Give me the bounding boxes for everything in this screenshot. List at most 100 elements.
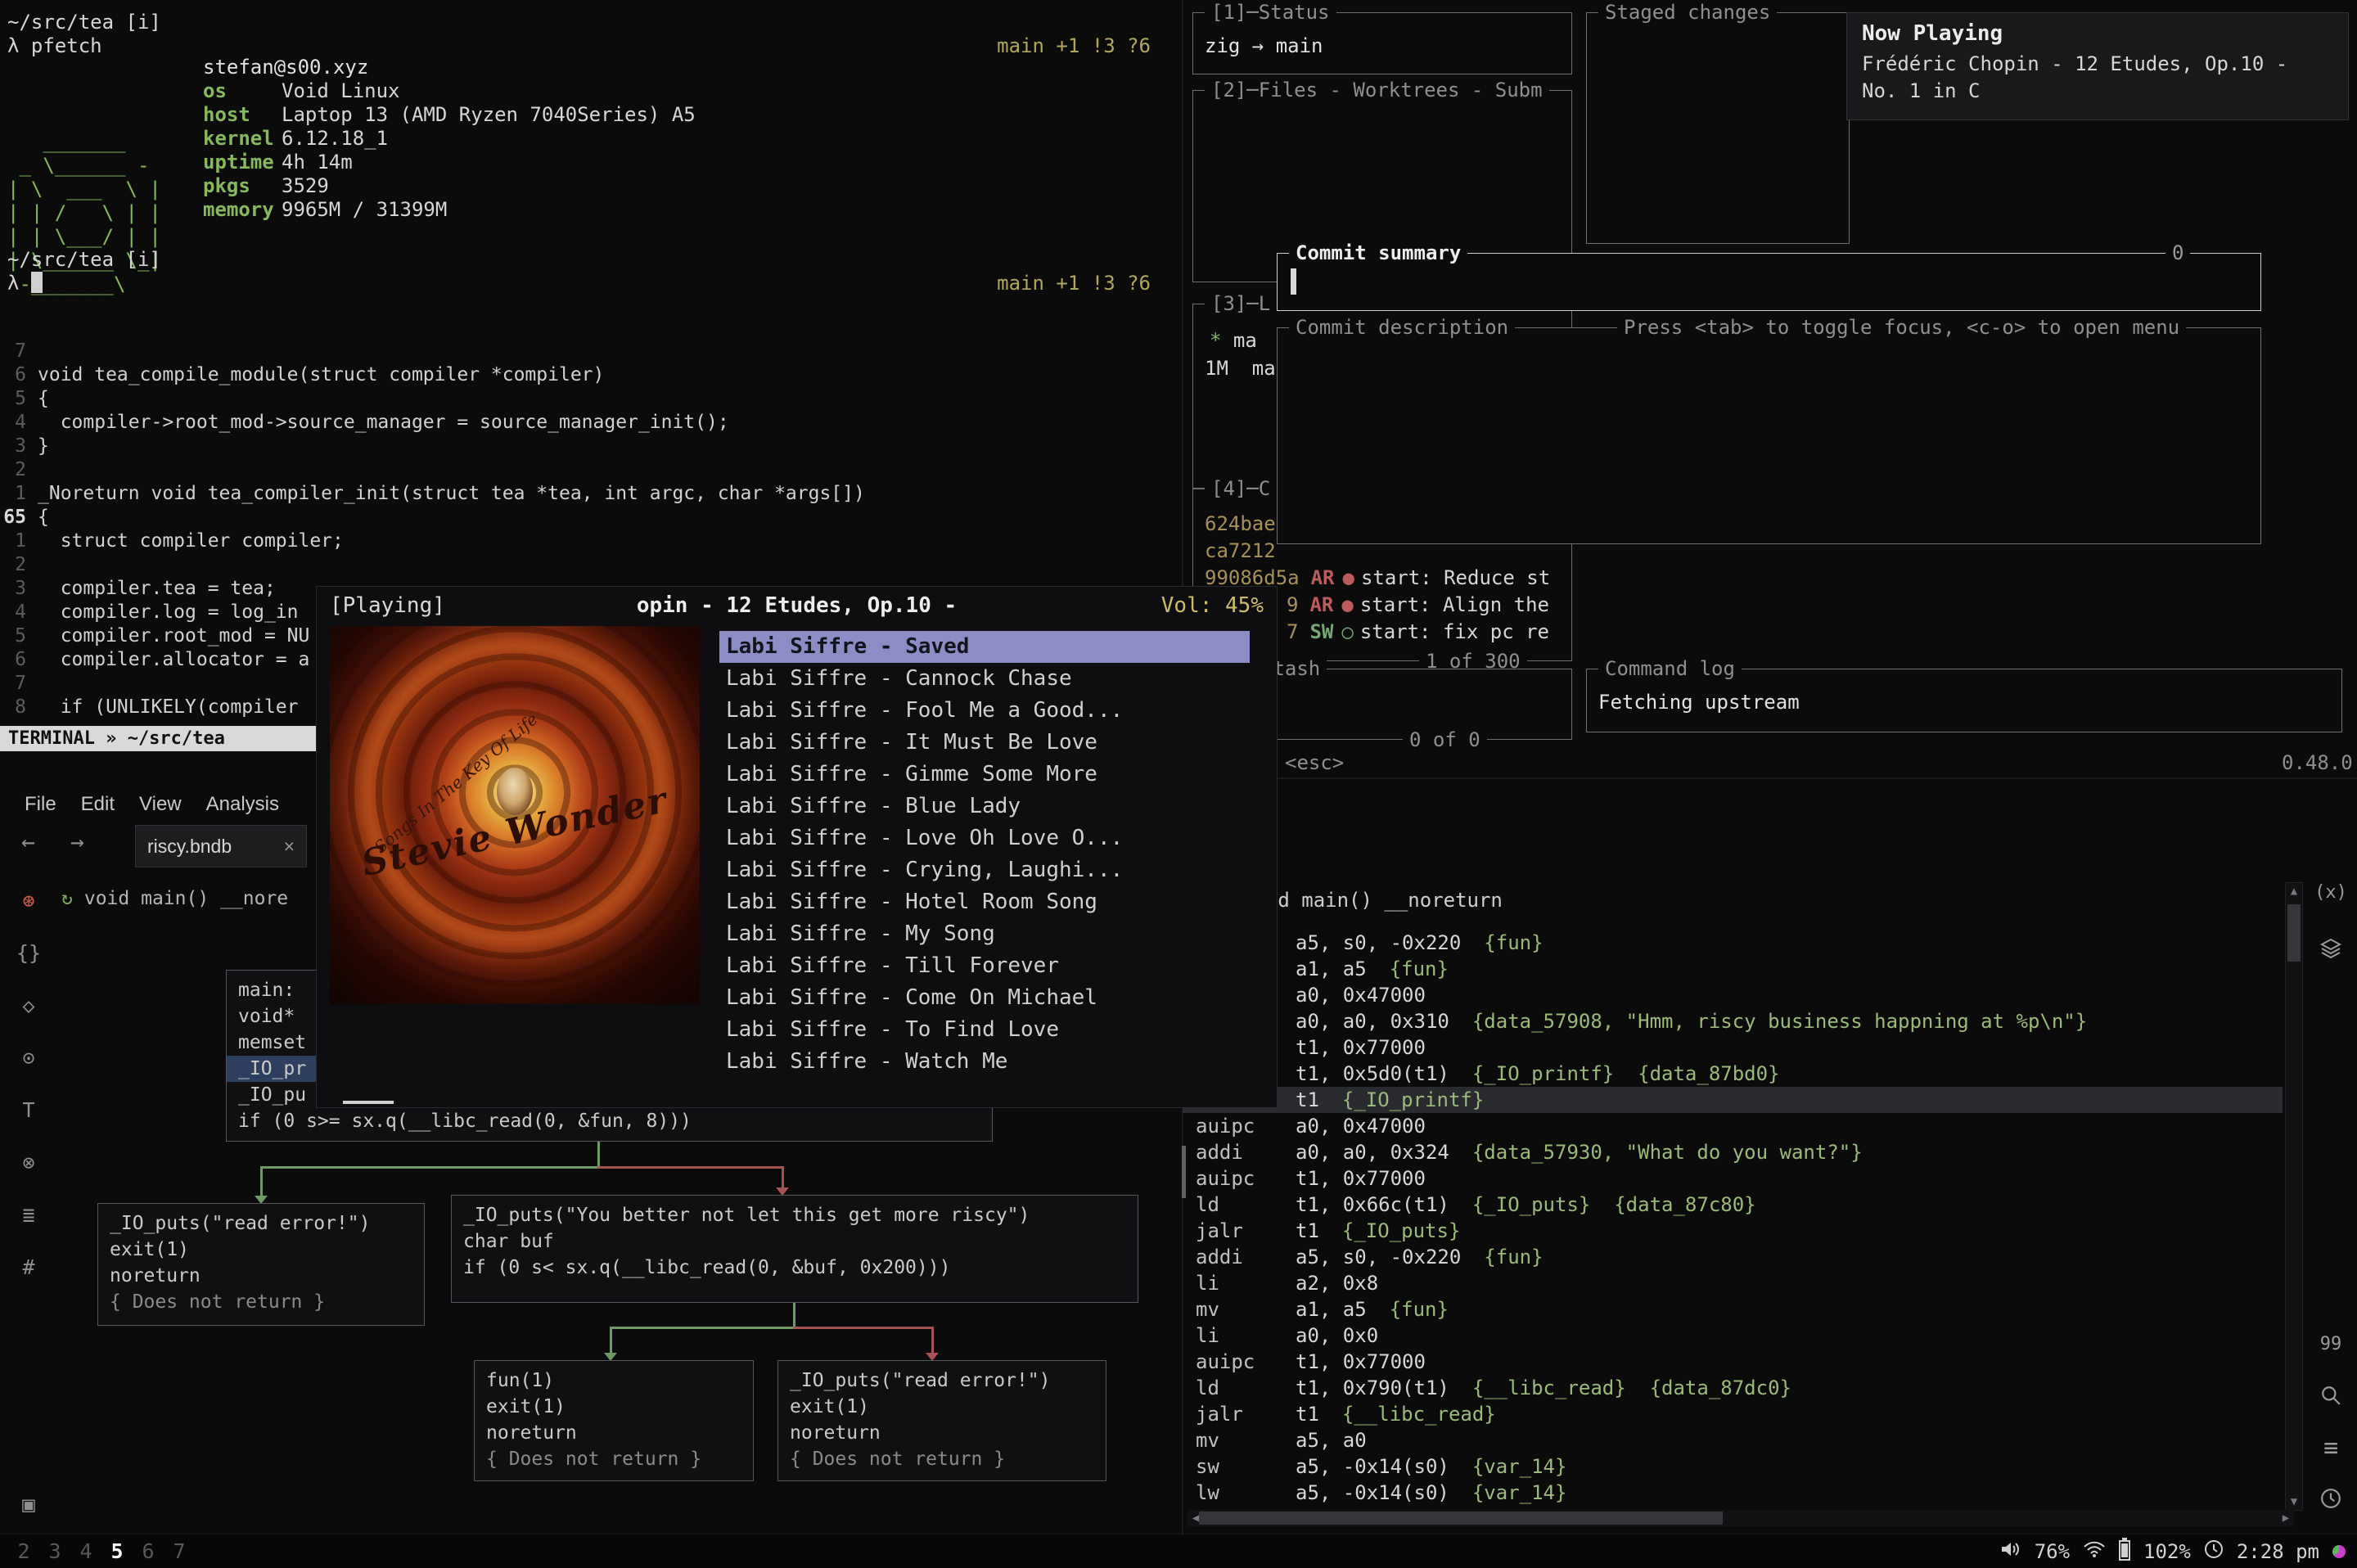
disasm-row[interactable]: a0, 0x47000 (1183, 982, 2283, 1008)
basic-block-fun[interactable]: fun(1)exit(1)noreturn{ Does not return } (474, 1360, 754, 1481)
disasm-row[interactable]: a0, a0, 0x310{data_57908, "Hmm, riscy bu… (1183, 1008, 2283, 1034)
disasm-row[interactable]: swa5, -0x14(s0){var_14} (1183, 1453, 2283, 1480)
workspace-number[interactable]: 7 (164, 1534, 195, 1568)
playlist-item[interactable]: Labi Siffre - Blue Lady (719, 791, 1250, 822)
disasm-row[interactable]: ldt1, 0x790(t1){__libc_read} {data_87dc0… (1183, 1375, 2283, 1401)
close-icon[interactable]: × (284, 836, 295, 858)
disasm-row[interactable]: lwa5, -0x14(s0){var_14} (1183, 1480, 2283, 1506)
music-player-window[interactable]: [Playing] opin - 12 Etudes, Op.10 - Vol:… (316, 586, 1278, 1108)
graph-edge (260, 1166, 600, 1169)
playlist-item[interactable]: Labi Siffre - Till Forever (719, 950, 1250, 982)
commit-summary-box[interactable]: Commit summary 0 (1277, 253, 2261, 311)
playlist-item[interactable]: Labi Siffre - Watch Me (719, 1046, 1250, 1078)
layers-icon[interactable] (2311, 938, 2350, 962)
gitui-status-box[interactable]: [1]─Status zig → main (1192, 12, 1572, 74)
progress-bar[interactable] (343, 1101, 394, 1104)
disasm-row[interactable]: ldt1, 0x66c(t1){_IO_puts} {data_87c80} (1183, 1192, 2283, 1218)
editor-line: 6void tea_compile_module(struct compiler… (0, 363, 865, 387)
scrollbar-thumb[interactable] (1199, 1512, 1723, 1525)
operands: a5, -0x14(s0) (1296, 1480, 1449, 1506)
sidebar-icon[interactable]: {} (10, 935, 47, 972)
graph-edge (260, 1166, 263, 1199)
terminal-icon[interactable]: ▣ (10, 1487, 47, 1523)
mnemonic: jalr (1183, 1401, 1296, 1427)
playlist-item[interactable]: Labi Siffre - Cannock Chase (719, 663, 1250, 695)
menu-item[interactable]: File (25, 787, 56, 822)
scroll-up-icon[interactable]: ▲ (2286, 885, 2302, 898)
playlist-item[interactable]: Labi Siffre - Fool Me a Good... (719, 695, 1250, 727)
forward-arrow-icon[interactable]: → (70, 828, 84, 855)
disasm-row[interactable]: lia0, 0x0 (1183, 1322, 2283, 1349)
disasm-row[interactable]: mva1, a5{fun} (1183, 1296, 2283, 1322)
basic-block-riscy[interactable]: _IO_puts("You better not let this get mo… (451, 1195, 1138, 1303)
function-breadcrumb[interactable]: ↻void main() __nore (61, 888, 288, 909)
volume-icon (2000, 1539, 2021, 1564)
disasm-row[interactable]: t1, 0x5d0(t1){_IO_printf} {data_87bd0} (1183, 1061, 2283, 1087)
branch-row[interactable]: 1M ma (1205, 357, 1276, 380)
workspace-number[interactable]: 3 (39, 1534, 70, 1568)
search-icon[interactable] (2311, 1385, 2350, 1409)
sidebar-icon[interactable]: ⊙ (10, 1039, 47, 1077)
now-playing-notification[interactable]: Now Playing Frédéric Chopin - 12 Etudes,… (1846, 12, 2349, 120)
scrollbar-thumb[interactable] (2287, 904, 2301, 962)
disasm-row[interactable]: t1{_IO_printf} (1183, 1087, 2283, 1113)
playlist-item[interactable]: Labi Siffre - Love Oh Love O... (719, 822, 1250, 854)
disasm-row[interactable]: lia2, 0x8 (1183, 1270, 2283, 1296)
basic-block-read-error[interactable]: _IO_puts("read error!")exit(1)noreturn{ … (97, 1203, 425, 1326)
scroll-right-icon[interactable]: ▶ (2278, 1510, 2294, 1526)
sidebar-icon[interactable]: ◇ (10, 987, 47, 1025)
menu-item[interactable]: View (139, 787, 182, 822)
workspace-switcher: 234567 (8, 1534, 195, 1568)
playlist-item[interactable]: Labi Siffre - Come On Michael (719, 982, 1250, 1014)
sidebar-icon[interactable]: ⊛ (10, 882, 47, 920)
playlist-item[interactable]: Labi Siffre - Hotel Room Song (719, 886, 1250, 918)
disasm-row[interactable]: t1, 0x77000 (1183, 1034, 2283, 1061)
sidebar-icon[interactable]: ⊗ (10, 1144, 47, 1182)
vertical-scrollbar[interactable]: ▲ ▼ (2285, 882, 2303, 1511)
disasm-row[interactable]: auipct1, 0x77000 (1183, 1165, 2283, 1192)
workspace-number[interactable]: 6 (133, 1534, 164, 1568)
tab-riscy-bndb[interactable]: riscy.bndb × (135, 825, 307, 867)
workspace-number[interactable]: 4 (70, 1534, 101, 1568)
disasm-row[interactable]: a5, s0, -0x220{fun} (1183, 930, 2283, 956)
playlist-item[interactable]: Labi Siffre - Gimme Some More (719, 759, 1250, 791)
playlist-item[interactable]: Labi Siffre - My Song (719, 918, 1250, 950)
menu-item[interactable]: Analysis (206, 787, 279, 822)
horizontal-scrollbar[interactable]: ◀ ▶ (1188, 1510, 2294, 1526)
list-icon[interactable]: ≡ (2311, 1434, 2350, 1462)
playlist-item[interactable]: Labi Siffre - Saved (719, 631, 1250, 663)
variables-icon[interactable]: (x) (2311, 882, 2350, 903)
history-clock-icon[interactable] (2311, 1488, 2350, 1512)
back-arrow-icon[interactable]: ← (21, 828, 35, 855)
operands: a0, 0x47000 (1296, 982, 1426, 1008)
sidebar-icon[interactable]: T (10, 1092, 47, 1129)
disasm-row[interactable]: mva5, a0 (1183, 1427, 2283, 1453)
git-status-right-prompt: main +1 !3 ?6 (949, 272, 1151, 295)
disasm-row[interactable]: a1, a5{fun} (1183, 956, 2283, 982)
disasm-row[interactable]: jalrt1{__libc_read} (1183, 1401, 2283, 1427)
esc-hint: <esc> (1285, 751, 1344, 774)
operands: a2, 0x8 (1296, 1270, 1378, 1296)
mnemonic: mv (1183, 1427, 1296, 1453)
code-text: struct compiler compiler; (38, 529, 344, 553)
sidebar-icon[interactable]: ≣ (10, 1196, 47, 1234)
playlist-item[interactable]: Labi Siffre - It Must Be Love (719, 727, 1250, 759)
commit-description-box[interactable]: Commit description Press <tab> to toggle… (1277, 327, 2261, 544)
playlist-item[interactable]: Labi Siffre - Crying, Laughi... (719, 854, 1250, 886)
binja-sidebar: ⊛ {} ◇ ⊙ T ⊗ ≣ # (0, 882, 57, 1286)
disasm-row[interactable]: jalrt1{_IO_puts} (1183, 1218, 2283, 1244)
disasm-row[interactable]: addia5, s0, -0x220{fun} (1183, 1244, 2283, 1270)
playlist-item[interactable]: Labi Siffre - To Find Love (719, 1014, 1250, 1046)
workspace-number[interactable]: 2 (8, 1534, 39, 1568)
disasm-row[interactable]: auipca0, 0x47000 (1183, 1113, 2283, 1139)
commit-hash: 624bae (1205, 511, 1276, 538)
menu-item[interactable]: Edit (81, 787, 115, 822)
disasm-row[interactable]: addia0, a0, 0x324{data_57930, "What do y… (1183, 1139, 2283, 1165)
branch-row[interactable]: * ma (1210, 329, 1257, 352)
sidebar-icon[interactable]: # (10, 1249, 47, 1286)
workspace-number[interactable]: 5 (101, 1534, 133, 1568)
scroll-down-icon[interactable]: ▼ (2286, 1495, 2302, 1508)
gitui-staged-box[interactable]: Staged changes (1586, 12, 1850, 244)
basic-block-read-error-2[interactable]: _IO_puts("read error!")exit(1)noreturn{ … (777, 1360, 1106, 1481)
disasm-row[interactable]: auipct1, 0x77000 (1183, 1349, 2283, 1375)
